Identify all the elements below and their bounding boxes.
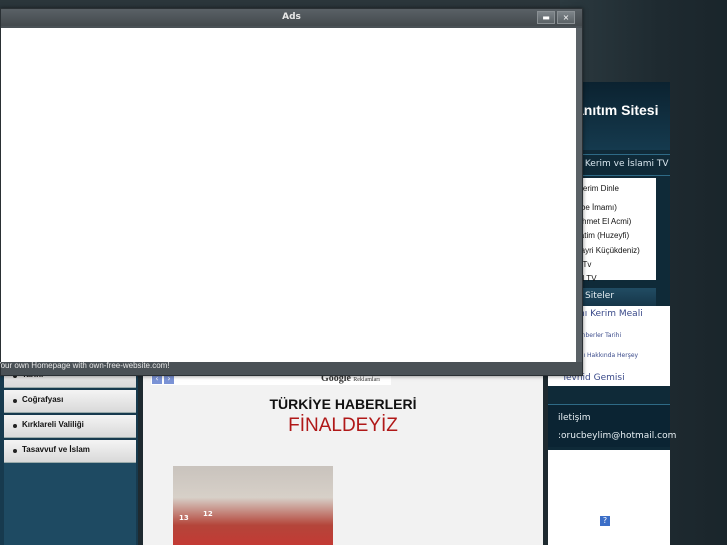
left-menu-item[interactable]: Kırklareli Valiliği xyxy=(4,415,136,438)
bullet-icon xyxy=(13,449,17,453)
ads-content-area xyxy=(1,28,576,362)
status-text[interactable]: Your own Homepage with own-free-website.… xyxy=(0,361,170,370)
bullet-icon xyxy=(13,424,17,428)
left-menu: Tarihi Coğrafyası Kırklareli Valiliği Ta… xyxy=(4,365,136,465)
contact-section: iletişim :orucbeylim@hotmail.com xyxy=(548,404,676,447)
site-link[interactable]: anberler Tarihi xyxy=(578,332,621,339)
close-button[interactable]: × xyxy=(557,11,575,24)
bullet-icon xyxy=(13,399,17,403)
ads-window: Ads ▬ × Your own Homepage with own-free-… xyxy=(0,8,583,376)
contact-email-link[interactable]: :orucbeylim@hotmail.com xyxy=(558,431,676,441)
site-link[interactable]: nlı Hakkında Herşey xyxy=(578,352,638,359)
sites-section-title: Siteler xyxy=(585,291,615,301)
left-sidebar-panel xyxy=(4,463,136,545)
left-menu-label: Tasavvuf ve İslam xyxy=(22,445,90,454)
news-subheadline[interactable]: FİNALDEYİZ xyxy=(143,415,543,437)
left-menu-label: Coğrafyası xyxy=(22,395,64,404)
window-titlebar[interactable]: Ads ▬ × xyxy=(1,9,582,26)
news-headline: TÜRKİYE HABERLERİ xyxy=(269,396,417,412)
left-menu-label: Kırklareli Valiliği xyxy=(22,420,84,429)
site-banner-title: anıtım Sitesi xyxy=(576,102,659,118)
left-menu-item[interactable]: Coğrafyası xyxy=(4,390,136,413)
team-photo[interactable]: 13 12 xyxy=(173,466,333,545)
site-link[interactable]: nı Kerim Meali xyxy=(579,309,643,319)
tv-section-title: 'ı Kerim ve İslami TV xyxy=(577,159,669,169)
contact-title: iletişim xyxy=(558,413,591,423)
window-border xyxy=(576,28,582,362)
window-title: Ads xyxy=(282,12,301,22)
question-icon[interactable]: ? xyxy=(600,516,610,526)
left-sidebar: Tarihi Coğrafyası Kırklareli Valiliği Ta… xyxy=(0,355,138,545)
window-status-bar: Your own Homepage with own-free-website.… xyxy=(0,359,581,373)
main-content: ‹ › Google Reklamları TÜRKİYE HABERLERİ … xyxy=(143,355,543,545)
ads-label-text: Reklamları xyxy=(353,377,380,383)
left-menu-item[interactable]: Tasavvuf ve İslam xyxy=(4,440,136,463)
sidebar-bottom-panel: ? xyxy=(548,450,670,545)
minimize-button[interactable]: ▬ xyxy=(537,11,555,24)
